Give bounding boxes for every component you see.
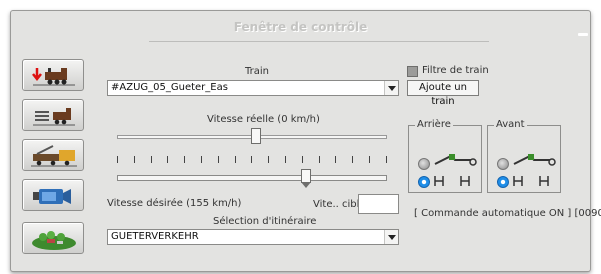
title-divider xyxy=(149,41,489,42)
route-label: Sélection d'itinéraire xyxy=(213,216,317,227)
desired-speed-slider-thumb[interactable] xyxy=(301,169,311,188)
front-group-title: Avant xyxy=(494,119,527,130)
landscape-button[interactable] xyxy=(22,222,84,254)
scale-tick xyxy=(301,156,303,163)
front-uncouple-radio[interactable] xyxy=(497,176,509,188)
train-filter-label: Filtre de train xyxy=(422,65,489,76)
train-selected-value: #AZUG_05_Gueter_Eas xyxy=(111,82,228,93)
scale-tick xyxy=(217,156,219,163)
scale-tick xyxy=(335,156,337,163)
scale-tick xyxy=(150,156,152,163)
chevron-down-icon[interactable] xyxy=(384,230,398,244)
scale-tick xyxy=(133,156,135,163)
crane-wagon-icon xyxy=(31,145,77,167)
uncouple-icon xyxy=(434,176,470,186)
automatic-control-status: [ Commande automatique ON ] [0090] xyxy=(414,208,601,219)
desired-speed-track[interactable] xyxy=(117,175,387,181)
route-selected-value: GUETERVERKEHR xyxy=(111,231,199,242)
train-list-button[interactable] xyxy=(22,99,84,131)
minimize-button[interactable] xyxy=(578,33,588,36)
scale-tick xyxy=(117,156,118,163)
scale-tick xyxy=(369,156,370,163)
front-group: Avant xyxy=(487,119,561,193)
locomotive-list-icon xyxy=(33,108,75,126)
rear-uncouple-radio[interactable] xyxy=(418,176,430,188)
train-select-button[interactable] xyxy=(22,59,84,91)
chevron-down-icon[interactable] xyxy=(384,81,398,95)
uncouple-icon xyxy=(513,176,549,186)
scale-tick xyxy=(268,156,270,163)
couple-icon xyxy=(513,154,556,166)
actual-speed-label: Vitesse réelle (0 km/h) xyxy=(207,114,320,125)
title-bar[interactable]: Fenêtre de contrôle xyxy=(11,11,590,45)
train-label: Train xyxy=(245,66,269,77)
desired-speed-label: Vitesse désirée (155 km/h) xyxy=(107,198,242,209)
add-train-button[interactable]: Ajoute un train xyxy=(407,80,479,107)
scale-tick xyxy=(167,156,169,163)
control-window: Fenêtre de contrôle Train #AZUG_05_Guete… xyxy=(10,10,601,272)
target-speed-input[interactable] xyxy=(358,194,399,214)
scale-tick xyxy=(234,156,236,163)
crane-wagon-button[interactable] xyxy=(22,139,84,171)
train-combobox[interactable]: #AZUG_05_Gueter_Eas xyxy=(107,80,399,96)
scale-tick xyxy=(251,156,253,163)
scale-tick xyxy=(285,156,286,163)
route-combobox[interactable]: GUETERVERKEHR xyxy=(107,229,399,245)
scale-tick xyxy=(184,156,186,163)
actual-speed-indicator xyxy=(251,128,261,144)
window-title: Fenêtre de contrôle xyxy=(233,20,368,34)
rear-couple-radio[interactable] xyxy=(418,158,430,170)
scale-tick xyxy=(352,156,354,163)
scale-tick xyxy=(318,156,320,163)
couple-icon xyxy=(434,154,477,166)
scale-tick xyxy=(385,156,387,163)
camera-icon xyxy=(33,189,71,204)
rear-group: Arrière xyxy=(408,119,482,193)
locomotive-red-arrow-icon xyxy=(32,68,75,86)
scale-tick xyxy=(201,156,202,163)
train-filter-checkbox[interactable] xyxy=(407,66,418,77)
rear-group-title: Arrière xyxy=(415,119,453,130)
camera-button[interactable] xyxy=(22,179,84,211)
landscape-icon xyxy=(32,231,76,250)
front-couple-radio[interactable] xyxy=(497,158,509,170)
speed-scale-ticks xyxy=(117,156,397,163)
